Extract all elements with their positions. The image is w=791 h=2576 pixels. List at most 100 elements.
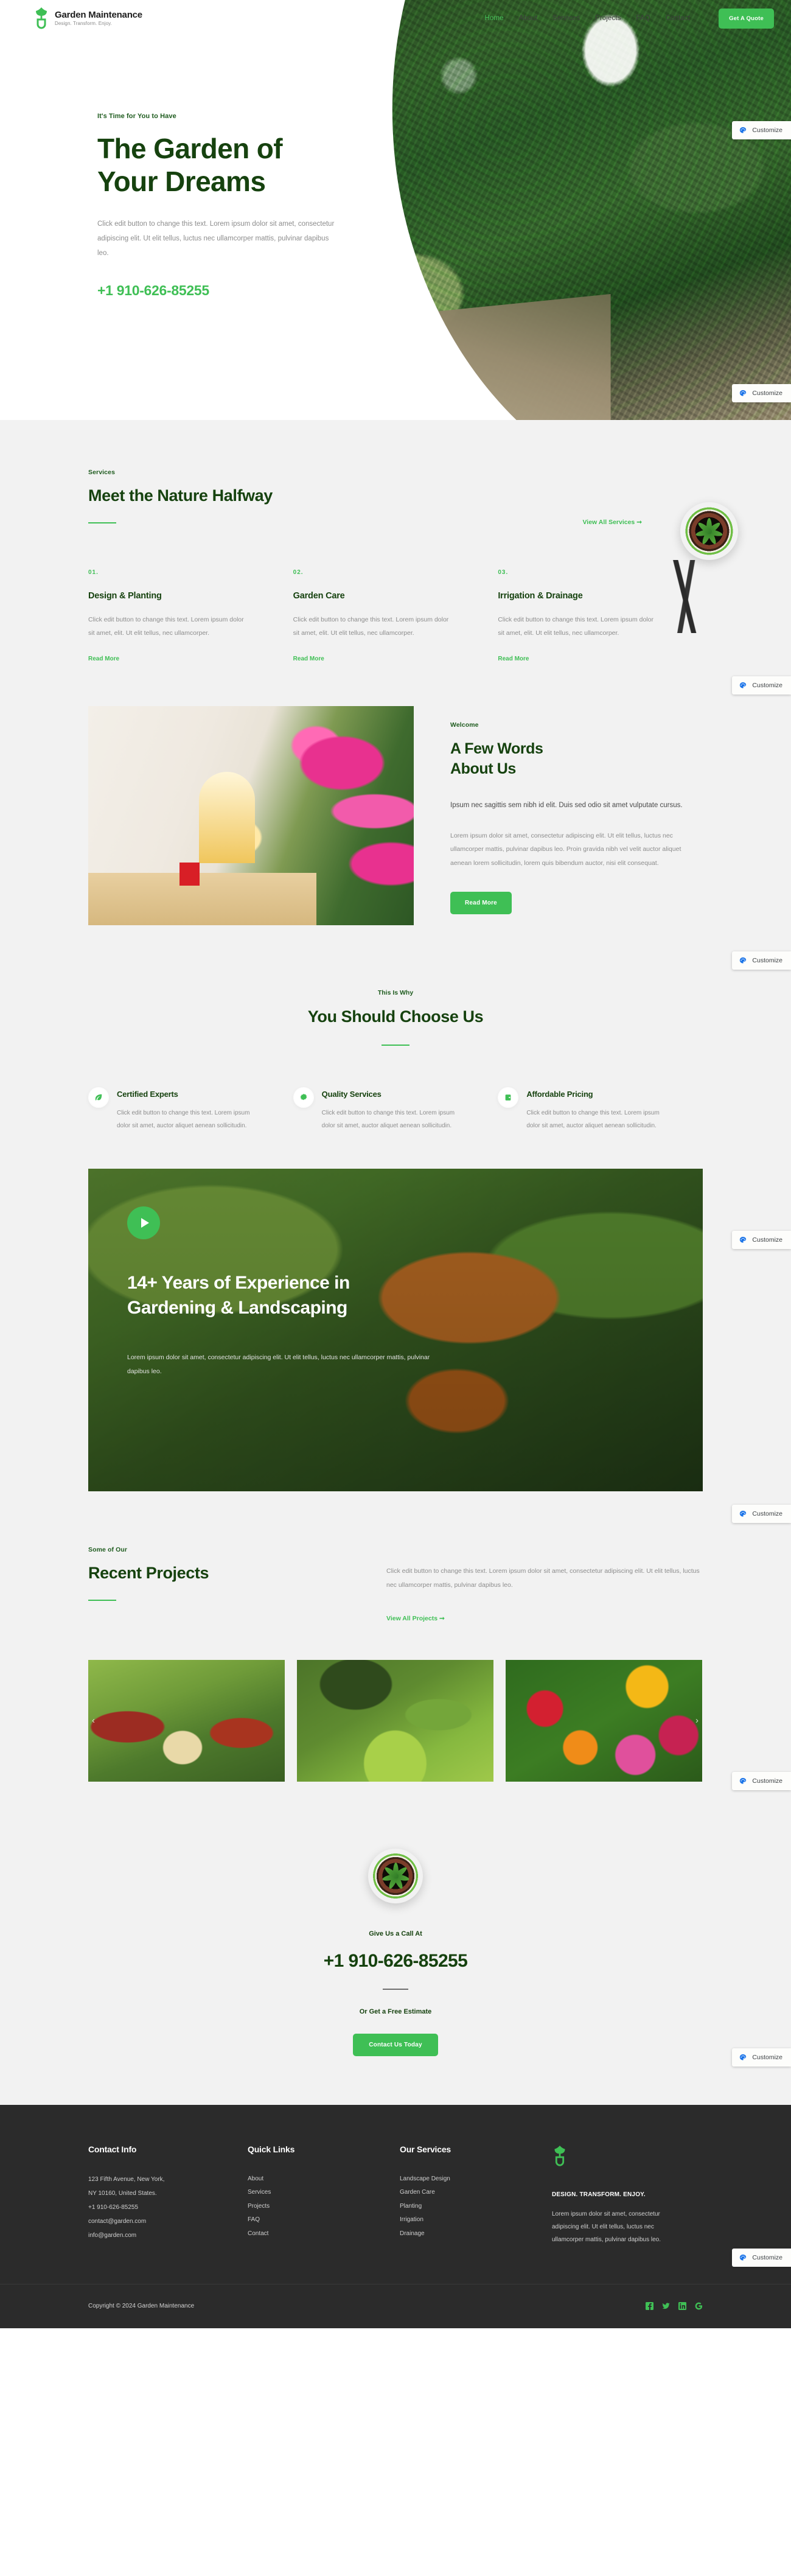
choose-us-section: This Is Why You Should Choose Us Certifi… [0, 983, 791, 1169]
twitter-icon[interactable] [662, 2302, 670, 2310]
footer-service-garden-care[interactable]: Garden Care [400, 2186, 528, 2200]
chevron-left-icon[interactable]: ‹ [92, 1715, 95, 1726]
service-number: 02. [293, 569, 304, 576]
services-grid: 01. Design & Planting Click edit button … [88, 569, 703, 663]
footer-service-planting[interactable]: Planting [400, 2200, 528, 2214]
site-header: Garden Maintenance Design. Transform. En… [0, 0, 791, 37]
customize-button[interactable]: Customize [732, 384, 791, 402]
about-eyebrow: Welcome [450, 721, 479, 729]
view-all-services-link[interactable]: View All Services ➞ [582, 519, 642, 526]
video-section: 14+ Years of Experience in Gardening & L… [0, 1169, 791, 1535]
nav-item-contact[interactable]: Contact [666, 15, 690, 22]
choose-eyebrow: This Is Why [377, 989, 414, 997]
palette-icon [739, 957, 747, 964]
project-card[interactable] [297, 1660, 493, 1782]
customize-label: Customize [752, 1236, 782, 1244]
hero-phone-number[interactable]: +1 910-626-85255 [97, 282, 438, 299]
shovel-leaf-logo-icon [33, 6, 49, 30]
services-divider [88, 522, 116, 523]
nav-item-faq[interactable]: FAQ [636, 15, 650, 22]
footer-link-faq[interactable]: FAQ [248, 2213, 375, 2227]
view-all-projects-link[interactable]: View All Projects ➞ [386, 1615, 445, 1622]
hero-garden-path [392, 294, 611, 420]
footer-email[interactable]: info@garden.com [88, 2228, 223, 2242]
play-icon[interactable] [127, 1206, 160, 1240]
customize-button[interactable]: Customize [732, 2249, 791, 2267]
service-title: Garden Care [293, 591, 345, 601]
leaf-icon [88, 1087, 109, 1108]
customize-button[interactable]: Customize [732, 1231, 791, 1249]
service-title: Design & Planting [88, 591, 162, 601]
customize-label: Customize [752, 1777, 782, 1785]
google-icon[interactable] [695, 2302, 703, 2310]
hero-title: The Garden of Your Dreams [97, 132, 438, 198]
cta-phone-number[interactable]: +1 910-626-85255 [0, 1951, 791, 1972]
footer-quick-links-column: Quick Links About Services Projects FAQ … [248, 2144, 400, 2246]
customize-button[interactable]: Customize [732, 951, 791, 970]
about-title: A Few Words About Us [450, 739, 703, 779]
garden-shears-decoration [624, 560, 751, 633]
hero-section: Garden Maintenance Design. Transform. En… [0, 0, 791, 420]
services-section: Services Meet the Nature Halfway View Al… [0, 420, 791, 707]
video-title-line-1: 14+ Years of Experience in [127, 1273, 350, 1293]
footer-service-landscape-design[interactable]: Landscape Design [400, 2172, 528, 2186]
nav-item-about[interactable]: About [519, 15, 538, 22]
service-card[interactable]: 02. Garden Care Click edit button to cha… [293, 569, 498, 663]
footer-link-contact[interactable]: Contact [248, 2227, 375, 2241]
palette-icon [739, 682, 747, 689]
site-logo[interactable]: Garden Maintenance Design. Transform. En… [33, 6, 142, 30]
footer-link-about[interactable]: About [248, 2172, 375, 2186]
footer-link-projects[interactable]: Projects [248, 2200, 375, 2214]
projects-paragraph: Click edit button to change this text. L… [386, 1567, 700, 1589]
customize-button[interactable]: Customize [732, 1505, 791, 1523]
nav-item-home[interactable]: Home [485, 15, 504, 22]
footer-service-drainage[interactable]: Drainage [400, 2227, 528, 2241]
view-all-services-label: View All Services [582, 519, 635, 526]
palette-icon [739, 127, 747, 134]
hero-copy: It's Time for You to Have The Garden of … [97, 113, 438, 299]
nav-item-projects[interactable]: Projects [595, 15, 621, 22]
about-image-archway [198, 772, 255, 864]
customize-button[interactable]: Customize [732, 2048, 791, 2067]
project-card[interactable]: ‹ [88, 1660, 285, 1782]
feature-text: Click edit button to change this text. L… [526, 1110, 660, 1130]
social-links [646, 2302, 703, 2311]
service-text: Click edit button to change this text. L… [88, 616, 244, 637]
footer-service-irrigation[interactable]: Irrigation [400, 2213, 528, 2227]
service-read-more-link[interactable]: Read More [293, 656, 324, 662]
customize-button[interactable]: Customize [732, 1772, 791, 1790]
chevron-right-icon[interactable]: › [695, 1715, 699, 1726]
video-banner: 14+ Years of Experience in Gardening & L… [88, 1169, 703, 1492]
page-root: Garden Maintenance Design. Transform. En… [0, 0, 791, 2328]
linkedin-icon[interactable] [678, 2302, 686, 2311]
feature-text: Click edit button to change this text. L… [321, 1110, 455, 1130]
service-read-more-link[interactable]: Read More [498, 656, 529, 662]
site-footer: Contact Info 123 Fifth Avenue, New York,… [0, 2104, 791, 2328]
palette-icon [739, 2054, 747, 2061]
choose-title: You Should Choose Us [307, 1007, 484, 1026]
logo-name: Garden Maintenance [55, 9, 142, 20]
badge-icon [293, 1087, 314, 1108]
project-card[interactable]: › [506, 1660, 702, 1782]
service-read-more-link[interactable]: Read More [88, 656, 119, 662]
footer-brand-column: DESIGN. TRANSFORM. ENJOY. Lorem ipsum do… [552, 2144, 703, 2246]
customize-button[interactable]: Customize [732, 121, 791, 139]
footer-address-line: NY 10160, United States. [88, 2189, 157, 2197]
get-a-quote-button[interactable]: Get A Quote [719, 8, 774, 29]
service-card[interactable]: 01. Design & Planting Click edit button … [88, 569, 293, 663]
customize-label: Customize [752, 2054, 782, 2061]
footer-phone[interactable]: +1 910-626-85255 [88, 2200, 223, 2214]
nav-item-services[interactable]: Services [552, 15, 580, 22]
customize-button[interactable]: Customize [732, 676, 791, 695]
feature-card: Quality Services Click edit button to ch… [293, 1087, 498, 1132]
footer-email[interactable]: contact@garden.com [88, 2214, 223, 2228]
shovel-leaf-logo-icon [552, 2145, 568, 2170]
feature-card: Affordable Pricing Click edit button to … [498, 1087, 703, 1132]
footer-link-services[interactable]: Services [248, 2186, 375, 2200]
contact-us-today-button[interactable]: Contact Us Today [353, 2033, 438, 2056]
facebook-icon[interactable] [646, 2302, 653, 2311]
about-read-more-button[interactable]: Read More [450, 892, 512, 915]
about-image-bike [179, 863, 223, 886]
cta-eyebrow: Give Us a Call At [369, 1930, 422, 1938]
feature-title: Certified Experts [117, 1090, 178, 1099]
